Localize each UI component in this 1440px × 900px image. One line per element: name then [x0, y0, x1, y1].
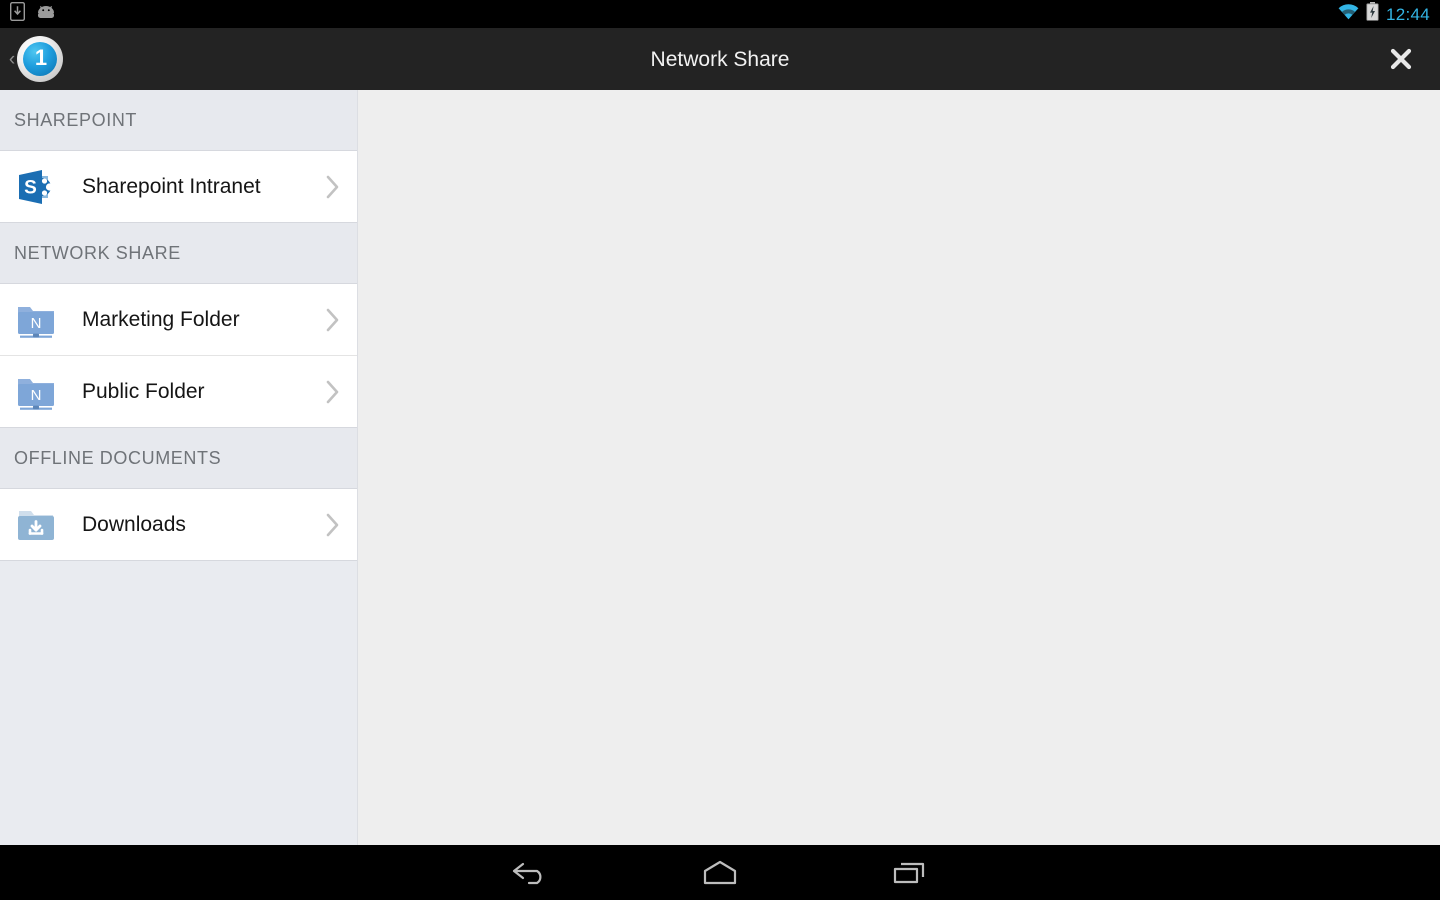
sidebar-item-marketing-folder[interactable]: N Marketing Folder — [0, 284, 357, 356]
sidebar: SHAREPOINT S Sharepoint Intranet NETWORK… — [0, 90, 358, 845]
sharepoint-icon: S — [14, 165, 58, 209]
section-header-label: NETWORK SHARE — [14, 242, 181, 263]
section-header-network-share: NETWORK SHARE — [0, 223, 357, 284]
section-header-label: OFFLINE DOCUMENTS — [14, 447, 222, 468]
section-header-label: SHAREPOINT — [14, 109, 138, 130]
network-folder-icon: N — [14, 298, 58, 342]
chevron-right-icon — [325, 173, 341, 201]
content-area: SHAREPOINT S Sharepoint Intranet NETWORK… — [0, 90, 1440, 845]
sidebar-item-label: Downloads — [82, 513, 186, 536]
svg-text:S: S — [24, 177, 37, 198]
page-title: Network Share — [650, 47, 790, 71]
app-logo-icon[interactable]: 1 — [17, 36, 63, 82]
status-bar-clock: 12:44 — [1385, 4, 1430, 24]
status-bar-system-icons: 12:44 — [1338, 2, 1440, 26]
nav-recents-button[interactable] — [880, 853, 940, 893]
battery-charging-icon — [1366, 2, 1379, 26]
sidebar-item-label: Public Folder — [82, 380, 205, 403]
nav-home-button[interactable] — [690, 853, 750, 893]
nav-home-icon — [703, 860, 737, 884]
nav-recents-icon — [893, 862, 925, 883]
svg-text:N: N — [31, 315, 42, 332]
section-header-sharepoint: SHAREPOINT — [0, 90, 357, 151]
chevron-right-icon — [325, 378, 341, 406]
network-folder-icon: N — [14, 370, 58, 414]
close-icon — [1390, 48, 1412, 70]
sidebar-item-public-folder[interactable]: N Public Folder — [0, 356, 357, 428]
detail-panel — [359, 90, 1440, 845]
sidebar-item-label: Marketing Folder — [82, 308, 240, 331]
chevron-right-icon — [325, 306, 341, 334]
status-bar: 12:44 — [0, 0, 1440, 28]
chevron-right-icon — [325, 511, 341, 539]
screen-root: 12:44 ‹ 1 Network Share SHAREPOINT S Sha… — [0, 0, 1440, 900]
section-header-offline-documents: OFFLINE DOCUMENTS — [0, 428, 357, 489]
download-notification-icon — [9, 1, 26, 26]
downloads-folder-icon — [14, 503, 58, 547]
android-bugdroid-icon — [35, 4, 57, 25]
app-logo-inner: 1 — [23, 42, 57, 76]
status-bar-notifications — [0, 1, 57, 26]
nav-back-button[interactable] — [500, 853, 560, 893]
title-bar: ‹ 1 Network Share — [0, 28, 1440, 90]
svg-text:N: N — [31, 387, 42, 404]
close-button[interactable] — [1384, 42, 1418, 76]
wifi-icon — [1338, 3, 1359, 25]
sidebar-item-label: Sharepoint Intranet — [82, 175, 261, 198]
app-logo-glyph: 1 — [34, 45, 48, 70]
sidebar-item-sharepoint-intranet[interactable]: S Sharepoint Intranet — [0, 151, 357, 223]
sidebar-item-downloads[interactable]: Downloads — [0, 489, 357, 561]
navigation-bar — [0, 845, 1440, 900]
nav-back-icon — [512, 862, 542, 884]
